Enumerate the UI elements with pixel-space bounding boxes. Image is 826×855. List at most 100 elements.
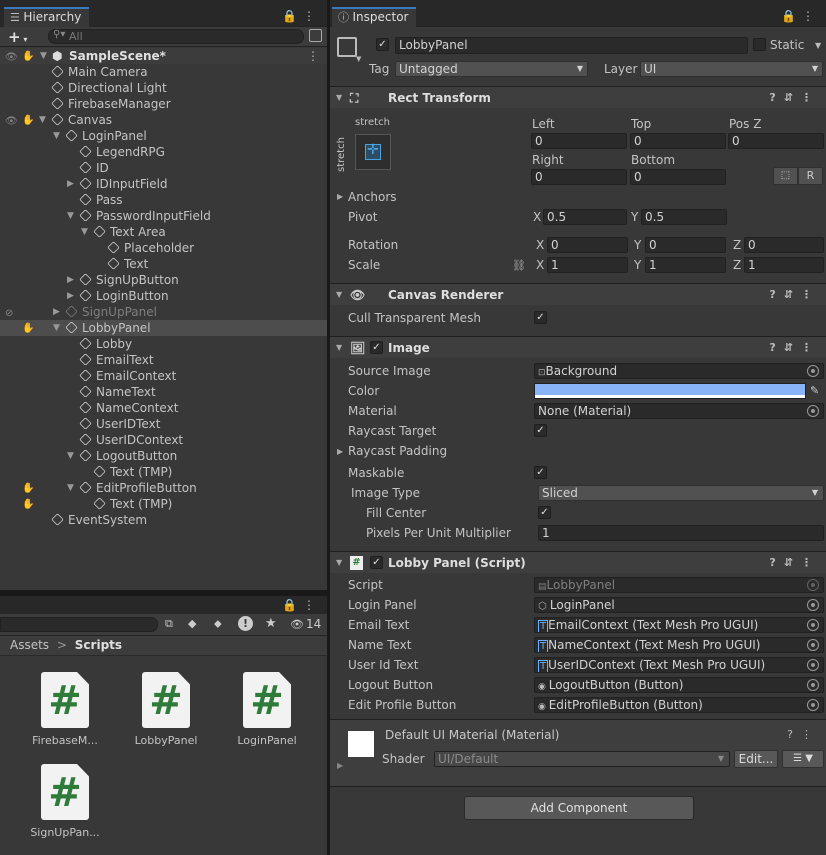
pick-icon[interactable]: ✋ (22, 49, 34, 65)
script-header[interactable]: ▼ # ✓ Lobby Panel (Script) ?⇵⋮ (330, 551, 826, 573)
scale-x-field[interactable]: 1 (547, 257, 628, 273)
expand-arrow[interactable]: ▶ (53, 304, 63, 320)
layer-dropdown[interactable]: UI ▼ (640, 61, 823, 77)
scene-row[interactable]: 👁 ✋ ▼ ⬢ SampleScene* ⋮ (0, 48, 327, 64)
color-swatch[interactable] (534, 383, 806, 399)
hierarchy-item[interactable]: EmailText (0, 352, 327, 368)
warning-icon[interactable]: ! (238, 616, 253, 631)
asset-firebasemanager[interactable]: # FirebaseM... (20, 672, 110, 747)
asset-signuppanel[interactable]: # SignUpPan... (20, 764, 110, 839)
hierarchy-item[interactable]: EventSystem (0, 512, 327, 528)
image-header[interactable]: ▼ 🖼 ✓ Image ?⇵⋮ (330, 336, 826, 358)
hierarchy-item[interactable]: ▼ LoginPanel (0, 128, 327, 144)
foldout-arrow[interactable]: ▼ (336, 284, 342, 306)
favorite-icon[interactable]: ★ (265, 616, 277, 631)
anchors-label[interactable]: Anchors (348, 190, 397, 204)
rect-transform-header[interactable]: ▼ ⛶ Rect Transform ?⇵⋮ (330, 86, 826, 108)
asset-loginpanel[interactable]: # LoginPanel (222, 672, 312, 747)
expand-arrow[interactable]: ▶ (67, 272, 77, 288)
hierarchy-item[interactable]: ✋ ▼ EditProfileButton (0, 480, 327, 496)
hierarchy-item[interactable]: Placeholder (0, 240, 327, 256)
hierarchy-item[interactable]: ▶ SignUpButton (0, 272, 327, 288)
image-enabled-checkbox[interactable]: ✓ (370, 341, 383, 354)
object-picker-icon[interactable] (807, 405, 819, 417)
expand-arrow[interactable]: ▼ (39, 112, 49, 128)
hierarchy-tab-menu[interactable]: 🔒⋮ (282, 9, 321, 23)
object-picker-icon[interactable] (807, 599, 819, 611)
object-picker-icon[interactable] (807, 679, 819, 691)
rotation-y-field[interactable]: 0 (645, 237, 726, 253)
pivot-y-field[interactable]: 0.5 (641, 209, 727, 225)
hierarchy-item[interactable]: ID (0, 160, 327, 176)
blueprint-mode-button[interactable]: ⬚ (773, 167, 798, 185)
email-text-field[interactable]: T EmailContext (Text Mesh Pro UGUI) (534, 617, 824, 633)
login-panel-field[interactable]: ⬡ LoginPanel (534, 597, 824, 613)
project-tab-menu[interactable]: 🔒⋮ (282, 598, 321, 612)
static-dropdown-arrow[interactable]: ▼ (815, 41, 821, 50)
raycast-padding-arrow[interactable]: ▶ (337, 447, 343, 456)
raycast-target-checkbox[interactable]: ✓ (534, 424, 547, 437)
hierarchy-item[interactable]: ▶ IDInputField (0, 176, 327, 192)
top-field[interactable]: 0 (630, 133, 726, 149)
material-field[interactable]: None (Material) (534, 403, 824, 419)
bottom-field[interactable]: 0 (630, 169, 726, 185)
hierarchy-item[interactable]: Lobby (0, 336, 327, 352)
scale-y-field[interactable]: 1 (645, 257, 726, 273)
hierarchy-item[interactable]: ▼ PasswordInputField (0, 208, 327, 224)
static-checkbox[interactable] (753, 38, 766, 51)
raycast-padding-label[interactable]: Raycast Padding (348, 444, 447, 458)
hierarchy-item[interactable]: UserIDText (0, 416, 327, 432)
posz-field[interactable]: 0 (728, 133, 824, 149)
object-name-field[interactable]: LobbyPanel (395, 37, 748, 54)
filter-label-icon[interactable]: ⬥ (214, 617, 222, 631)
hierarchy-item[interactable]: ▼ Text Area (0, 224, 327, 240)
foldout-arrow[interactable]: ▼ (336, 87, 342, 109)
scale-z-field[interactable]: 1 (744, 257, 824, 273)
anchors-foldout-arrow[interactable]: ▶ (337, 192, 343, 201)
hierarchy-item[interactable]: NameContext (0, 400, 327, 416)
hierarchy-item[interactable]: ⊘ ▶ SignUpPanel (0, 304, 327, 320)
scene-menu-icon[interactable]: ⋮ (307, 48, 319, 64)
search-scene-icon[interactable]: ⧉ (165, 617, 173, 631)
expand-arrow[interactable]: ▶ (67, 176, 77, 192)
material-header-icons[interactable]: ?⋮ (787, 728, 820, 741)
component-header-icons[interactable]: ?⇵⋮ (769, 552, 820, 574)
pivot-x-field[interactable]: 0.5 (543, 209, 627, 225)
maskable-checkbox[interactable]: ✓ (534, 466, 547, 479)
hierarchy-item[interactable]: ✋ ▼ LobbyPanel (0, 320, 327, 336)
material-foldout-arrow[interactable]: ▶ (337, 761, 343, 770)
inspector-tab-menu[interactable]: 🔒⋮ (781, 9, 820, 23)
canvas-renderer-header[interactable]: ▼ 👁 Canvas Renderer ?⇵⋮ (330, 283, 826, 305)
object-picker-icon[interactable] (807, 639, 819, 651)
name-text-field[interactable]: T NameContext (Text Mesh Pro UGUI) (534, 637, 824, 653)
add-button[interactable]: + ▾ (8, 28, 27, 46)
foldout-arrow[interactable]: ▼ (336, 552, 342, 574)
image-type-dropdown[interactable]: Sliced ▼ (538, 485, 824, 501)
cull-checkbox[interactable]: ✓ (534, 311, 547, 324)
hierarchy-item[interactable]: LegendRPG (0, 144, 327, 160)
asset-lobbypanel[interactable]: # LobbyPanel (121, 672, 211, 747)
hierarchy-item[interactable]: Directional Light (0, 80, 327, 96)
expand-arrow[interactable]: ▼ (67, 208, 77, 224)
component-header-icons[interactable]: ?⇵⋮ (769, 284, 820, 306)
component-header-icons[interactable]: ?⇵⋮ (769, 337, 820, 359)
object-picker-icon[interactable] (807, 365, 819, 377)
hierarchy-item[interactable]: UserIDContext (0, 432, 327, 448)
script-enabled-checkbox[interactable]: ✓ (370, 556, 383, 569)
project-search-input[interactable] (0, 617, 158, 632)
object-picker-icon[interactable] (807, 659, 819, 671)
user-id-text-field[interactable]: T UserIDContext (Text Mesh Pro UGUI) (534, 657, 824, 673)
expand-arrow[interactable]: ▼ (53, 128, 63, 144)
pick-icon[interactable]: ✋ (22, 321, 34, 337)
breadcrumb-assets[interactable]: Assets (10, 638, 49, 652)
fill-center-checkbox[interactable]: ✓ (538, 506, 551, 519)
hierarchy-item[interactable]: EmailContext (0, 368, 327, 384)
hierarchy-item[interactable]: ▼ LogoutButton (0, 448, 327, 464)
tab-hierarchy[interactable]: ☰ Hierarchy (4, 7, 90, 27)
rotation-x-field[interactable]: 0 (547, 237, 628, 253)
shader-dropdown[interactable]: UI/Default ▼ (434, 751, 730, 767)
scene-search-icon[interactable] (309, 29, 322, 42)
left-field[interactable]: 0 (531, 133, 627, 149)
icon-dropdown-arrow[interactable]: ▼ (356, 55, 361, 63)
hierarchy-item[interactable]: FirebaseManager (0, 96, 327, 112)
